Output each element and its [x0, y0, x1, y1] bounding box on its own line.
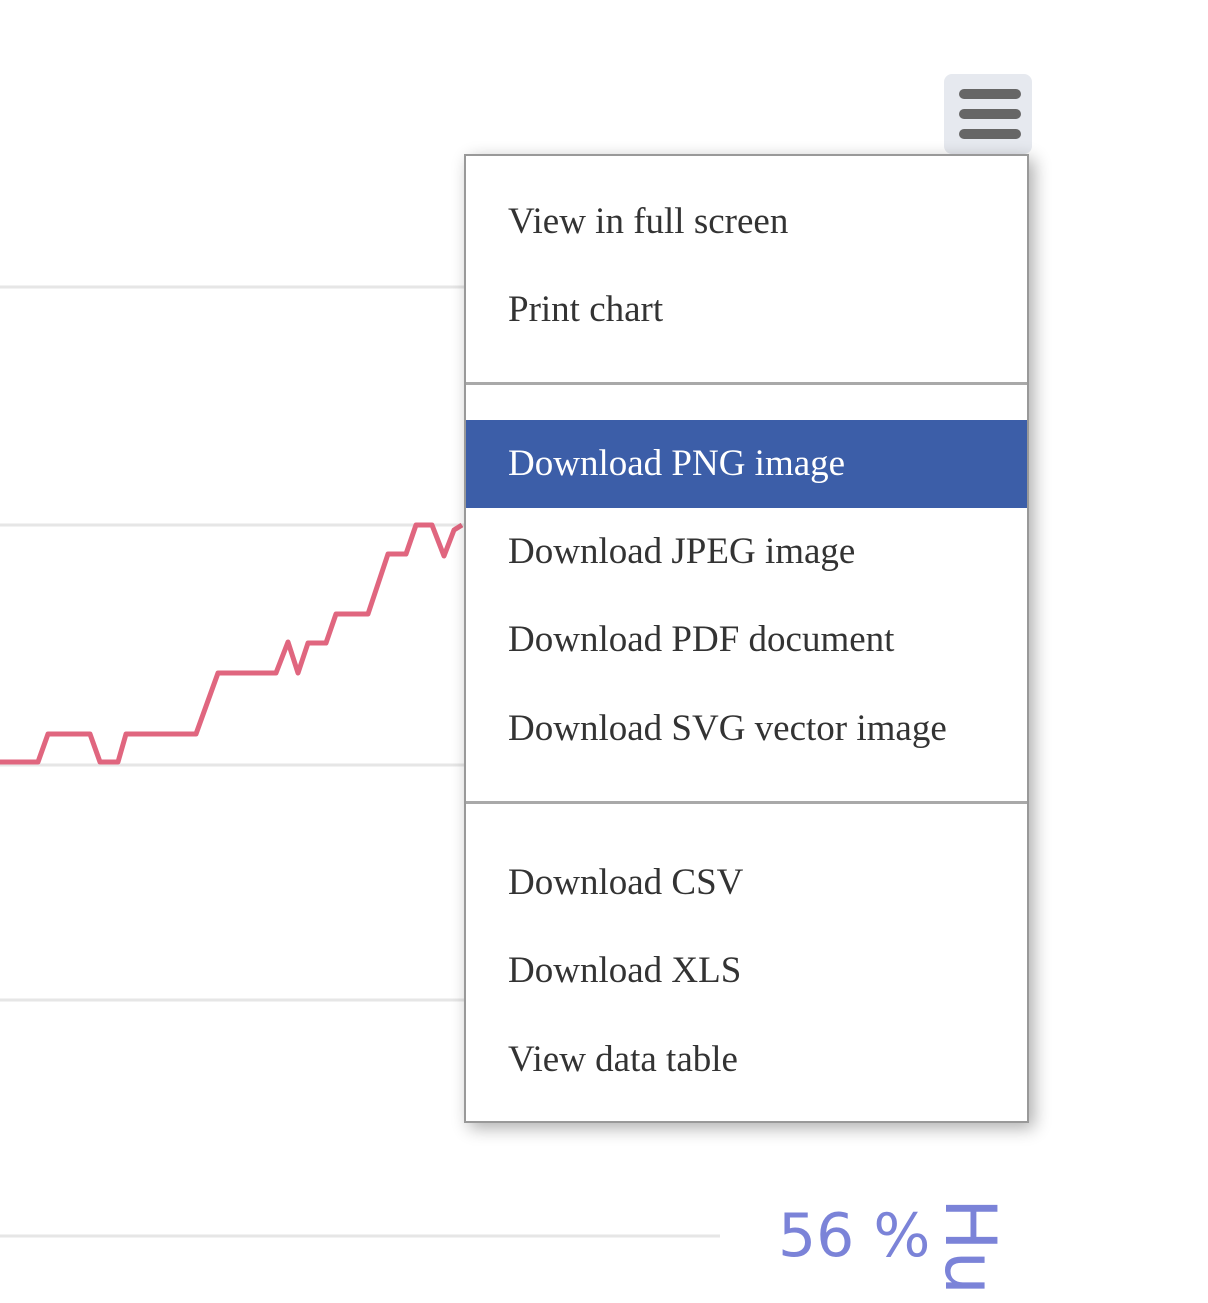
- chart-menu-button[interactable]: [944, 74, 1032, 154]
- y-axis-tick-label: 56 %: [778, 1201, 931, 1271]
- menu-separator: [466, 801, 1027, 804]
- menu-item-download-png[interactable]: Download PNG image: [466, 420, 1027, 508]
- menu-item-download-csv[interactable]: Download CSV: [466, 839, 1027, 927]
- series-line: [0, 522, 464, 765]
- menu-item-view-full-screen[interactable]: View in full screen: [466, 178, 1027, 266]
- menu-item-print-chart[interactable]: Print chart: [466, 266, 1027, 354]
- menu-item-download-jpeg[interactable]: Download JPEG image: [466, 508, 1027, 596]
- menu-item-view-data-table[interactable]: View data table: [466, 1016, 1027, 1104]
- menu-item-download-xls[interactable]: Download XLS: [466, 927, 1027, 1015]
- menu-item-download-svg[interactable]: Download SVG vector image: [466, 685, 1027, 773]
- chart-context-menu: View in full screen Print chart Download…: [464, 154, 1029, 1123]
- y-axis-title: Hu: [929, 1198, 1011, 1296]
- menu-item-download-pdf[interactable]: Download PDF document: [466, 596, 1027, 684]
- menu-separator: [466, 382, 1027, 385]
